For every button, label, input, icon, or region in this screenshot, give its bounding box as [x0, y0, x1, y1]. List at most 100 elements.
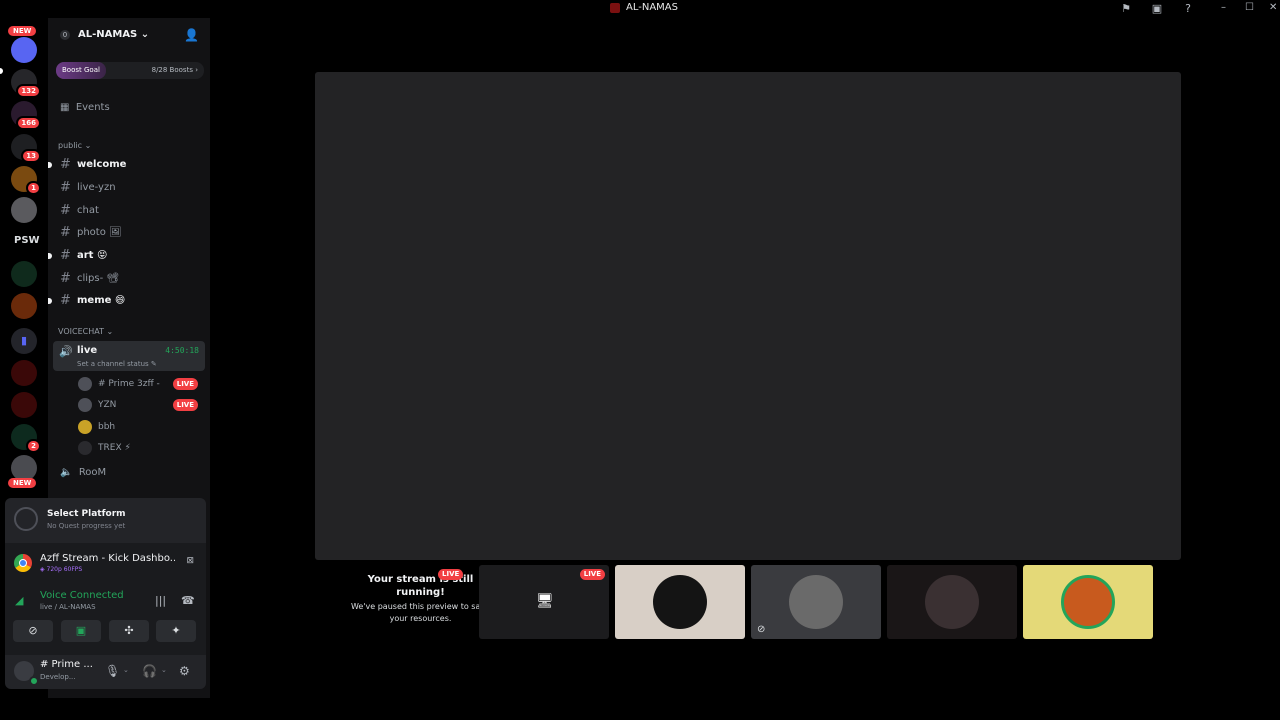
voice-location[interactable]: live / AL-NAMAS — [40, 603, 96, 611]
folder-icon[interactable]: ▮ — [11, 328, 37, 354]
stream-stage[interactable] — [315, 72, 1181, 560]
title-bar: AL-NAMAS ⚑ ▣ ? – ☐ ✕ — [0, 0, 1280, 18]
activities-button[interactable]: ✣ — [109, 620, 149, 642]
voice-user[interactable]: YZN LIVE — [78, 395, 204, 415]
activity-panel[interactable]: Azff Stream - Kick Dashbo... ◈ 720p 60FP… — [5, 543, 206, 583]
unread-pill — [0, 68, 3, 74]
hash-icon: # — [60, 225, 71, 240]
stop-stream-icon[interactable]: ⊠ — [186, 556, 194, 566]
pencil-icon: ✎ — [150, 360, 157, 368]
help-icon[interactable]: ? — [1181, 2, 1195, 16]
chevron-down-icon[interactable]: ⌄ — [161, 666, 167, 674]
guild-badge: 0 — [60, 30, 70, 40]
gear-icon[interactable]: ⚙ — [179, 664, 190, 678]
server-icon[interactable] — [11, 392, 37, 418]
participant-tile[interactable]: ⊘ — [751, 565, 881, 639]
server-icon[interactable] — [11, 197, 37, 223]
server-icon[interactable]: 13 — [11, 134, 41, 163]
avatar — [653, 575, 707, 629]
microphone-icon[interactable]: 🎙 — [105, 664, 120, 678]
invite-people-icon[interactable]: 👤 — [184, 28, 199, 42]
server-icon[interactable]: 2 — [11, 424, 41, 453]
app-icon — [610, 2, 620, 13]
inbox-icon[interactable]: ▣ — [1150, 2, 1164, 16]
boost-goal-label: Boost Goal — [56, 62, 106, 79]
avatar — [78, 377, 92, 391]
voice-user[interactable]: # Prime 3zff - LIVE — [78, 374, 204, 394]
events-item[interactable]: ▦ Events — [60, 102, 110, 113]
server-icon[interactable] — [11, 37, 37, 63]
screen-share-button[interactable]: ▣ — [61, 620, 101, 642]
category-public[interactable]: public ⌄ — [58, 141, 91, 150]
voice-user[interactable]: bbh — [78, 417, 204, 437]
server-icon[interactable]: 166 — [11, 101, 41, 130]
speaker-icon: 🔊 — [59, 345, 73, 358]
main-stage-area: LIVE Your stream is still running! We've… — [210, 18, 1280, 698]
voice-timer: 4:50:18 — [165, 346, 199, 355]
channel-meme[interactable]: # meme 😄 — [48, 291, 206, 311]
close-button[interactable]: ✕ — [1269, 2, 1277, 13]
unread-indicator — [48, 298, 52, 304]
maximize-button[interactable]: ☐ — [1245, 2, 1254, 13]
server-icon[interactable]: 132 — [11, 69, 41, 98]
hash-icon: # — [60, 157, 71, 172]
live-badge: LIVE — [172, 378, 198, 390]
app-title: AL-NAMAS — [610, 2, 678, 13]
screen-share-icon: 🖥 — [536, 593, 554, 609]
hash-icon: # — [60, 271, 71, 286]
voice-channel-name: live — [77, 345, 98, 356]
boost-goal-bar[interactable]: Boost Goal 8/28 Boosts › — [56, 62, 204, 79]
participant-tile[interactable] — [887, 565, 1017, 639]
signal-icon[interactable]: ◢ — [15, 594, 23, 607]
participant-tile[interactable] — [1023, 565, 1153, 639]
voice-channel-live[interactable]: 🔊 live 4:50:18 Set a channel status ✎ — [53, 341, 205, 371]
voice-connected-panel: ◢ Voice Connected live / AL-NAMAS ||| ☎ … — [5, 583, 206, 655]
boost-count: 8/28 Boosts › — [151, 66, 198, 74]
chrome-icon — [14, 554, 32, 572]
channel-status[interactable]: Set a channel status ✎ — [77, 360, 157, 368]
mention-badge: 2 — [26, 439, 41, 453]
voice-channel-room[interactable]: 🔈 RooM — [60, 467, 106, 478]
username[interactable]: # Prime ... — [40, 659, 93, 670]
chevron-down-icon[interactable]: ⌄ — [123, 666, 129, 674]
mention-badge: 1 — [26, 181, 41, 195]
headphones-icon[interactable]: 🎧 — [142, 664, 157, 678]
category-voicechat[interactable]: VOICECHAT ⌄ — [58, 327, 113, 336]
quest-title: Select Platform — [47, 509, 126, 519]
channel-photo[interactable]: # photo 🖼 — [56, 223, 206, 243]
participant-tile[interactable]: LIVE 🖥 — [479, 565, 609, 639]
unread-indicator — [48, 253, 52, 259]
user-status[interactable]: Develop... — [40, 673, 76, 681]
avatar — [1061, 575, 1115, 629]
disconnect-icon[interactable]: ☎ — [181, 594, 195, 607]
unread-indicator — [48, 162, 52, 168]
channel-art[interactable]: # art 😝 — [48, 246, 206, 266]
quest-panel[interactable]: Select Platform No Quest progress yet — [5, 498, 206, 543]
voice-status[interactable]: Voice Connected — [40, 590, 124, 601]
soundboard-button[interactable]: ✦ — [156, 620, 196, 642]
camera-off-button[interactable]: ⊘ — [13, 620, 53, 642]
user-panel: # Prime ... Develop... 🎙 ⌄ 🎧 ⌄ ⚙ — [5, 655, 206, 689]
noise-suppression-icon[interactable]: ||| — [155, 594, 166, 607]
server-icon[interactable] — [11, 261, 37, 287]
flag-icon[interactable]: ⚑ — [1119, 2, 1133, 16]
avatar — [78, 420, 92, 434]
guild-header[interactable]: 0 AL-NAMAS ⌄ 👤 — [48, 18, 210, 52]
server-icon[interactable] — [11, 293, 37, 319]
channel-chat[interactable]: # chat — [56, 201, 206, 221]
chevron-down-icon: ⌄ — [140, 29, 150, 40]
participant-tile[interactable] — [615, 565, 745, 639]
channel-welcome[interactable]: # welcome — [48, 155, 206, 175]
voice-user[interactable]: TREX ⚡ — [78, 438, 204, 458]
avatar — [789, 575, 843, 629]
avatar — [78, 441, 92, 455]
minimize-button[interactable]: – — [1221, 2, 1226, 13]
server-icon[interactable] — [11, 360, 37, 386]
channel-clips[interactable]: # clips- 📽 — [56, 269, 206, 289]
guild-name[interactable]: AL-NAMAS ⌄ — [78, 29, 149, 40]
server-label-psw[interactable]: PSW — [14, 235, 40, 246]
live-badge: LIVE — [579, 569, 605, 580]
channel-live-yzn[interactable]: # live-yzn — [56, 178, 206, 198]
hash-icon: # — [60, 293, 71, 308]
server-icon[interactable]: 1 — [11, 166, 41, 195]
